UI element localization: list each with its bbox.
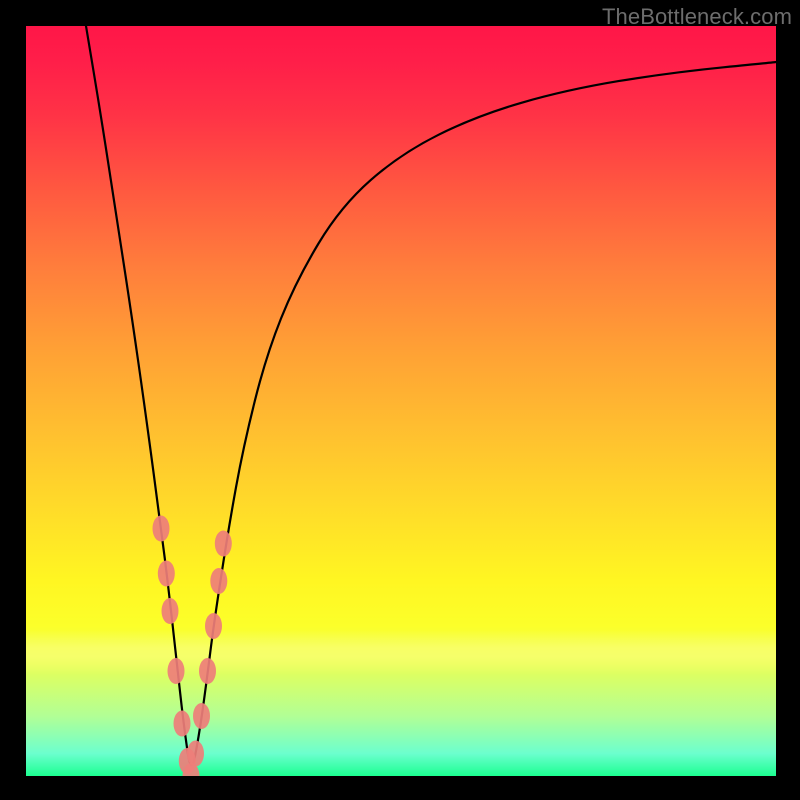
marker-point: [174, 711, 191, 737]
bottleneck-curve: [86, 26, 776, 765]
plot-area: [26, 26, 776, 776]
marker-point: [168, 658, 185, 684]
curve-svg: [26, 26, 776, 776]
marker-point: [210, 568, 227, 594]
marker-point: [153, 516, 170, 542]
marker-point: [187, 741, 204, 767]
marker-point: [205, 613, 222, 639]
marker-point: [215, 531, 232, 557]
marker-point: [199, 658, 216, 684]
watermark-text: TheBottleneck.com: [602, 4, 792, 30]
marker-point: [158, 561, 175, 587]
chart-container: TheBottleneck.com: [0, 0, 800, 800]
marker-point: [162, 598, 179, 624]
marker-point: [193, 703, 210, 729]
